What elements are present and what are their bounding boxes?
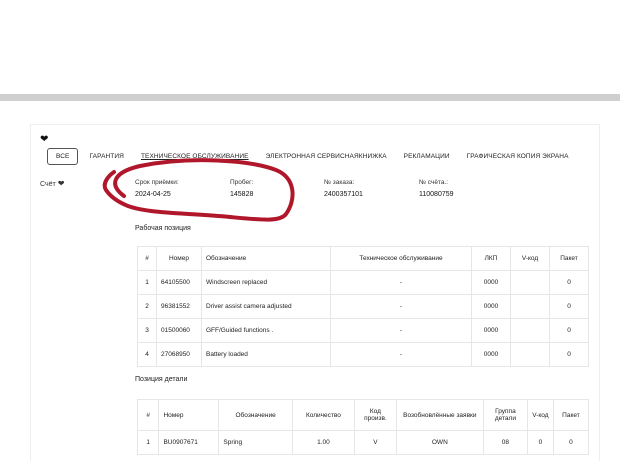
- highlight-stroke: [102, 158, 295, 222]
- hand-drawn-highlight-circle: [102, 158, 295, 222]
